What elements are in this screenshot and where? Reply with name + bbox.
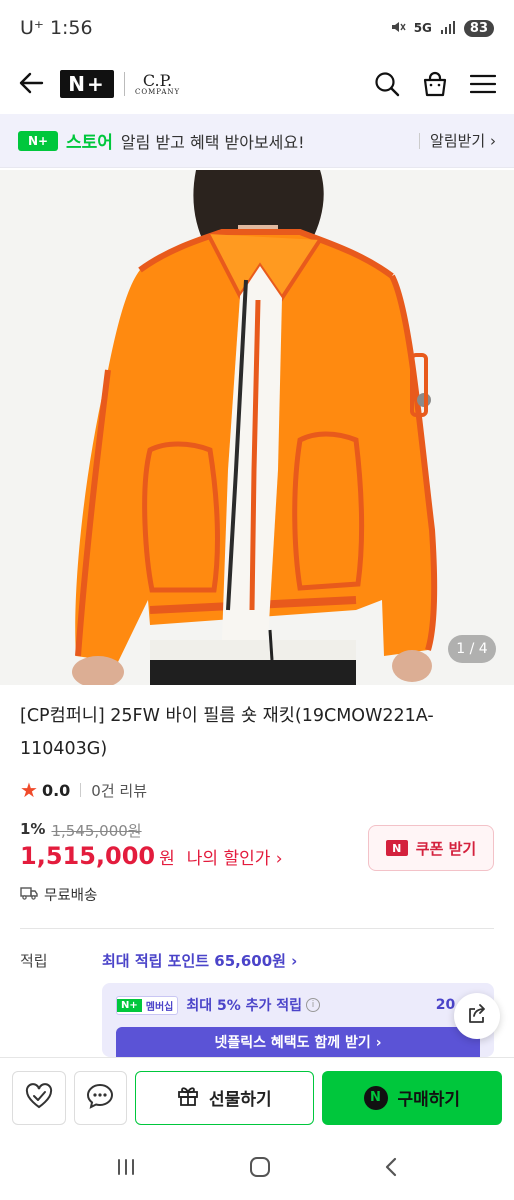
product-image[interactable]: 1 / 4 xyxy=(0,170,514,685)
coupon-n-icon: N xyxy=(385,840,408,856)
jacket-photo-illustration xyxy=(0,170,514,685)
gift-icon xyxy=(177,1084,199,1111)
shipping-row: 무료배송 xyxy=(20,884,97,905)
coupon-button[interactable]: N 쿠폰 받기 xyxy=(368,825,494,871)
discount-percent: 1% xyxy=(20,820,46,838)
naver-pay-icon: N xyxy=(363,1085,388,1110)
rating-row[interactable]: ★ 0.0 0건 리뷰 xyxy=(20,778,147,802)
top-header: N+ C.P. COMPANY xyxy=(0,56,514,112)
membership-extra-points: 최대 5% 추가 적립 xyxy=(186,998,303,1014)
bottom-action-bar: 선물하기 N 구매하기 xyxy=(0,1057,514,1137)
cp-logo-line1: C.P. xyxy=(142,70,173,90)
review-count[interactable]: 0건 리뷰 xyxy=(91,780,147,801)
coupon-label: 쿠폰 받기 xyxy=(415,839,477,858)
naver-plus-mini-logo: N+ xyxy=(18,130,58,151)
status-bar: U⁺ 1:56 5G 83 xyxy=(0,0,514,56)
truck-icon xyxy=(20,886,38,904)
recent-apps-icon[interactable] xyxy=(115,1157,137,1181)
gift-button[interactable]: 선물하기 xyxy=(135,1070,314,1125)
info-icon[interactable]: i xyxy=(306,998,321,1012)
cp-logo-line2: COMPANY xyxy=(135,87,181,96)
star-icon: ★ xyxy=(20,778,38,802)
status-time: 1:56 xyxy=(49,17,93,39)
section-divider xyxy=(20,928,494,929)
image-counter: 1 / 4 xyxy=(448,635,496,663)
currency-unit: 원 xyxy=(159,849,175,869)
original-price: 1,545,000원 xyxy=(51,822,142,840)
back-arrow-icon[interactable] xyxy=(18,68,46,101)
membership-badge-label: 멤버십 xyxy=(145,1001,174,1013)
cp-company-logo[interactable]: C.P. COMPANY xyxy=(135,70,181,96)
system-nav-bar xyxy=(0,1137,514,1200)
rating-divider xyxy=(80,783,82,797)
buy-button[interactable]: N 구매하기 xyxy=(321,1070,502,1125)
naver-plus-logo[interactable]: N+ xyxy=(60,70,114,98)
membership-box: N+ 멤버십 최대 5% 추가 적립 i 20,00 넷플릭스 혜택도 함께 받… xyxy=(102,983,494,1057)
wishlist-button[interactable] xyxy=(12,1070,66,1125)
carrier-label: U⁺ xyxy=(20,17,44,39)
membership-badge-logo: N+ xyxy=(117,998,142,1012)
netflix-benefit-button[interactable]: 넷플릭스 혜택도 함께 받기 › xyxy=(116,1027,480,1057)
discount-row: 1% 1,545,000원 xyxy=(20,820,142,841)
shipping-text: 무료배송 xyxy=(44,888,98,904)
home-icon[interactable] xyxy=(248,1155,272,1183)
product-title: [CP컴퍼니] 25FW 바이 필름 숏 재킷(19CMOW221A-11040… xyxy=(20,706,434,759)
heart-check-icon xyxy=(25,1082,53,1113)
membership-badge: N+ 멤버십 xyxy=(116,995,179,1015)
chat-bubble-icon xyxy=(86,1083,114,1113)
sale-price: 1,515,000 xyxy=(20,842,156,870)
search-icon[interactable] xyxy=(374,71,400,97)
banner-text: 알림 받고 혜택 받아보세요! xyxy=(120,132,305,152)
share-icon xyxy=(466,1003,488,1029)
network-label: 5G xyxy=(413,21,432,35)
store-wordmark: 스토어 xyxy=(66,133,113,153)
chat-button[interactable] xyxy=(73,1070,128,1125)
max-points-link[interactable]: 최대 적립 포인트 65,600원 › xyxy=(102,950,297,971)
notify-button[interactable]: 알림받기 › xyxy=(419,130,496,151)
buy-label: 구매하기 xyxy=(397,1090,461,1110)
logo-divider xyxy=(124,72,125,96)
points-label: 적립 xyxy=(20,952,48,970)
price-row: 1,515,000 원 나의 할인가 › xyxy=(20,842,283,870)
mute-icon xyxy=(390,19,406,38)
battery-indicator: 83 xyxy=(463,19,494,37)
rating-score: 0.0 xyxy=(41,780,71,800)
signal-icon xyxy=(440,20,456,37)
menu-icon[interactable] xyxy=(470,73,496,95)
notification-banner[interactable]: N+ 스토어 알림 받고 혜택 받아보세요! 알림받기 › xyxy=(0,114,514,168)
shopping-bag-icon[interactable] xyxy=(422,71,448,97)
gift-label: 선물하기 xyxy=(209,1090,272,1110)
my-discount-price-link[interactable]: 나의 할인가 › xyxy=(187,844,283,869)
share-button[interactable] xyxy=(454,993,500,1039)
system-back-icon[interactable] xyxy=(383,1156,399,1182)
